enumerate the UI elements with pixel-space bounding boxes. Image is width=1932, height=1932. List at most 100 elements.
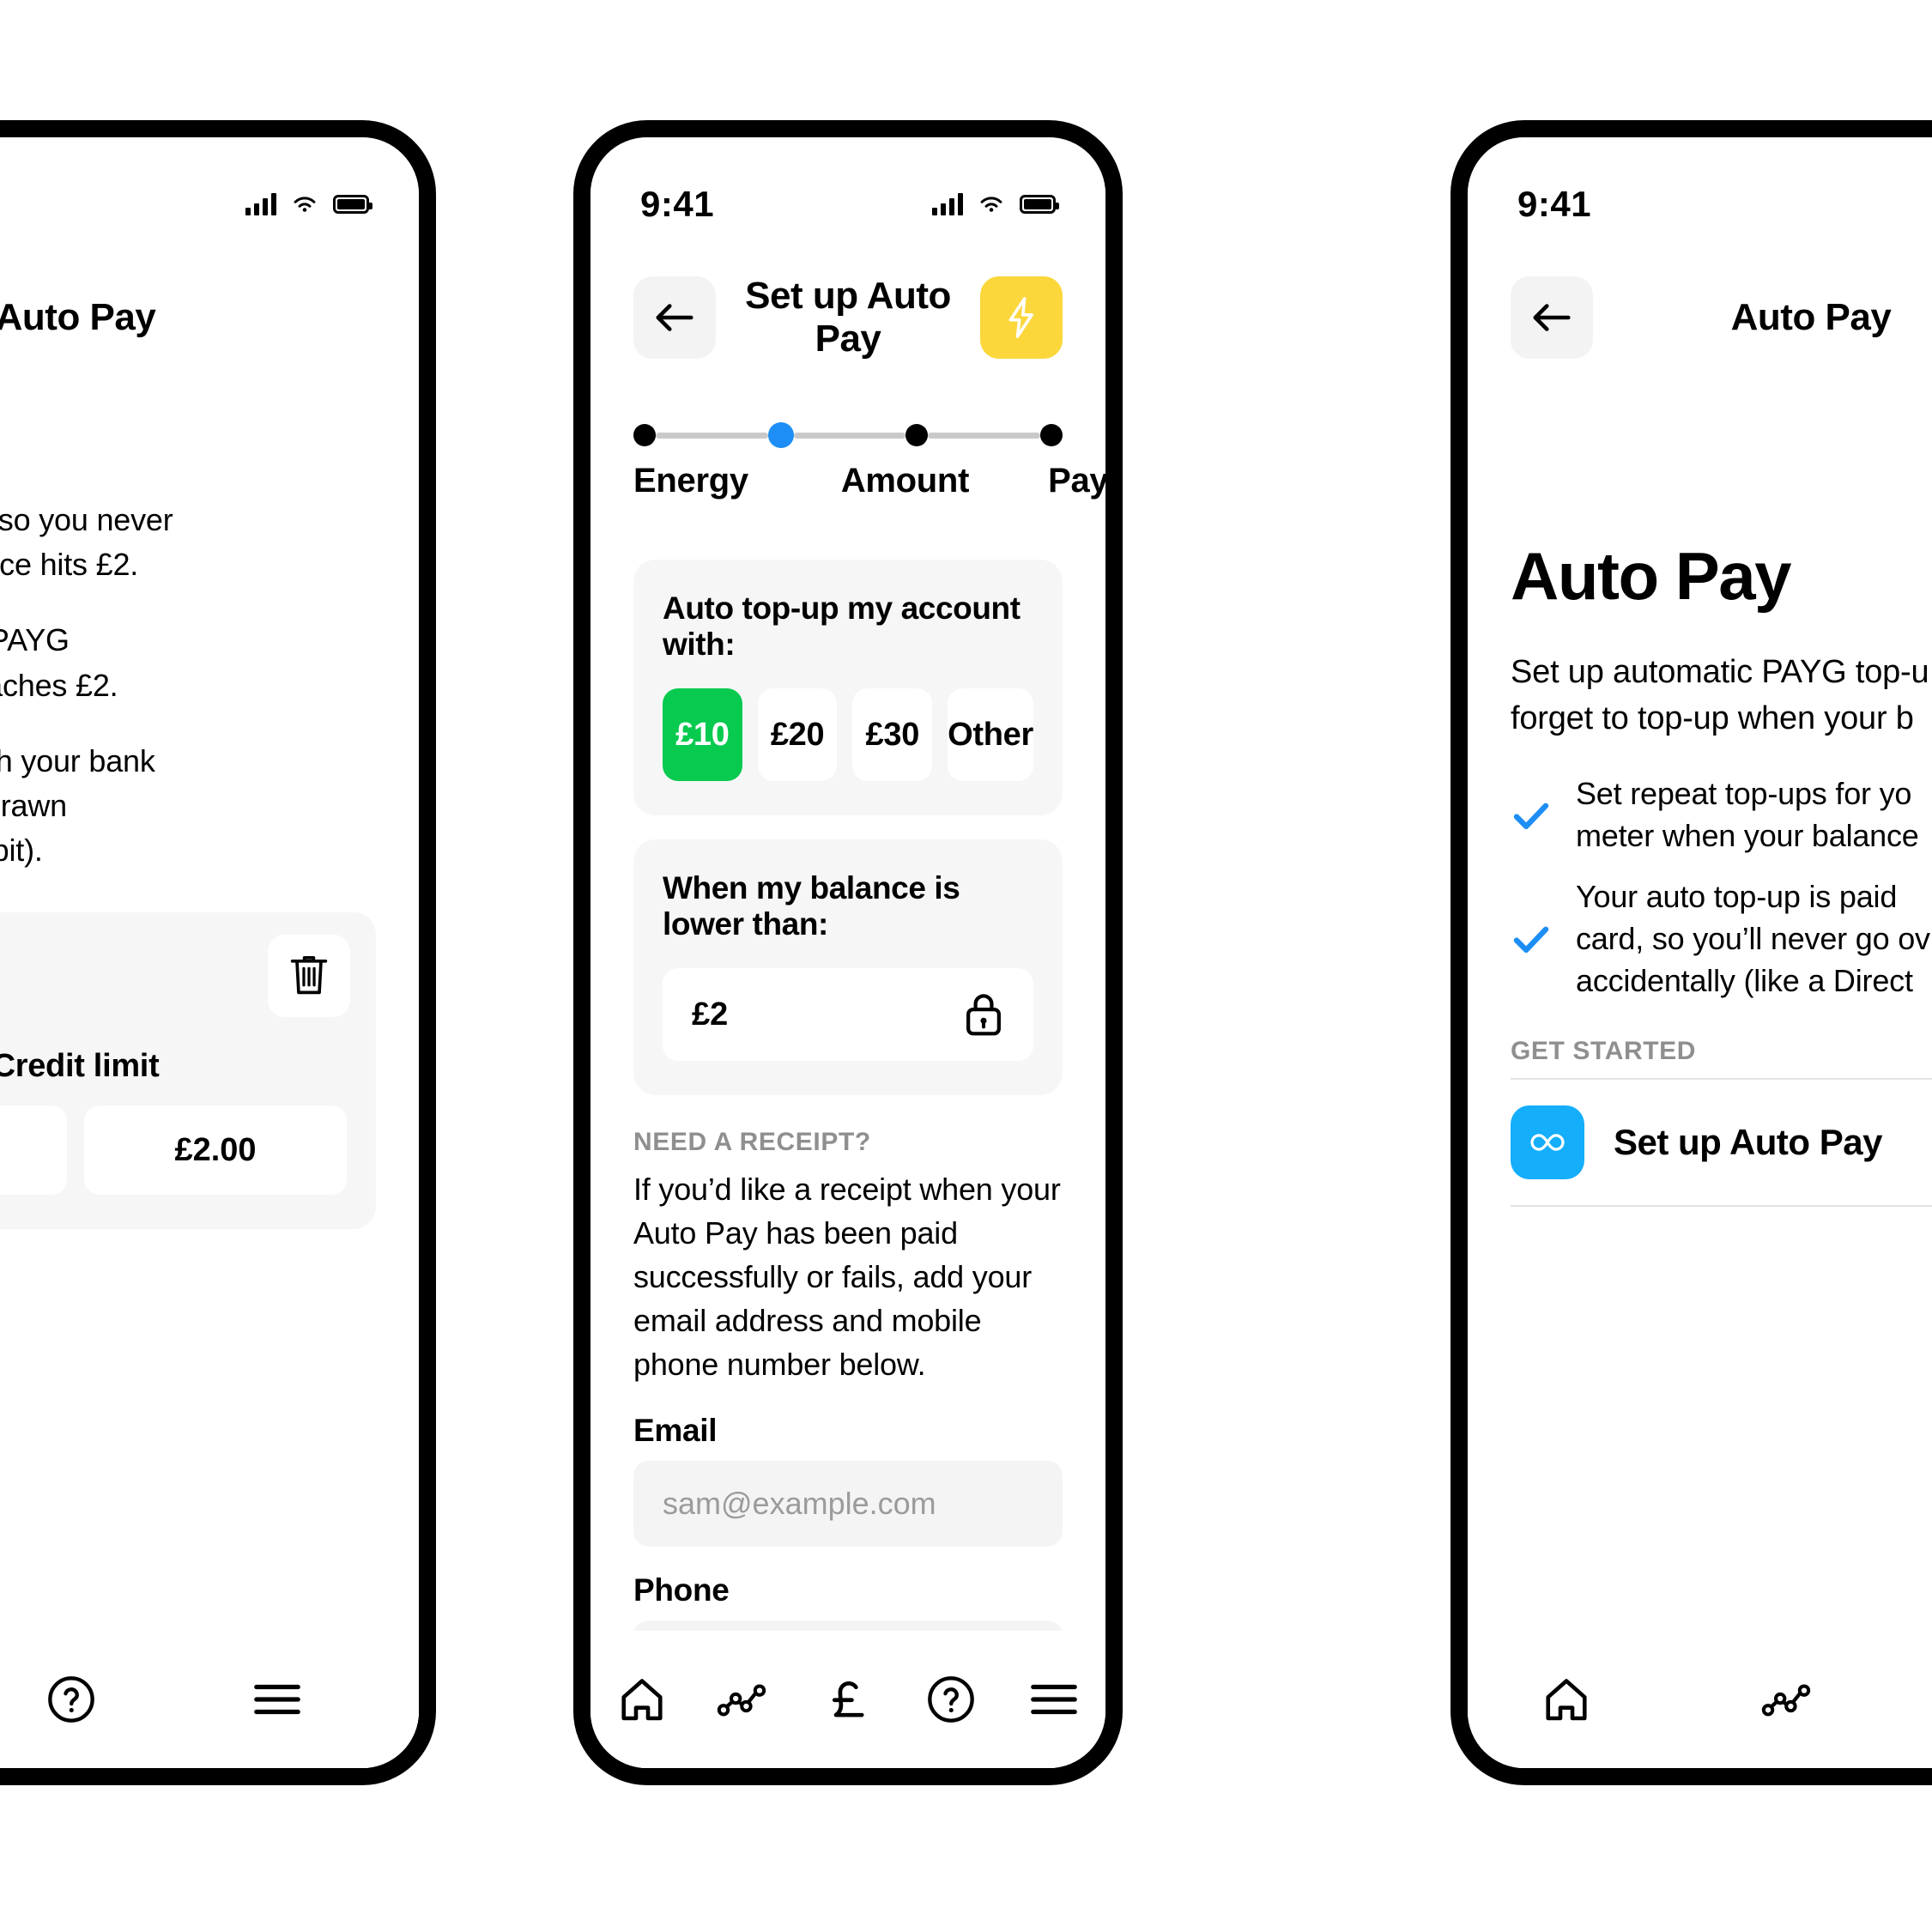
back-button[interactable]	[1511, 276, 1593, 359]
auto-topup-amount-card: Auto top-up my account with: £10 £20 £30…	[633, 560, 1063, 815]
battery-icon	[1020, 195, 1059, 214]
amount-options: £10 £20 £30 Other	[663, 688, 1033, 781]
step-label-pay: Pay	[1048, 462, 1109, 500]
step-dot-done[interactable]	[1040, 424, 1063, 446]
amount-option-20[interactable]: £20	[757, 688, 838, 781]
middle-content: Auto top-up my account with: £10 £20 £30…	[591, 560, 1105, 1706]
balance-threshold-field[interactable]: £2	[663, 968, 1033, 1061]
tab-usage[interactable]	[706, 1661, 784, 1738]
trash-icon	[290, 956, 328, 995]
left-paragraph-3: op-up is paid with your bank ll never go…	[0, 742, 155, 869]
set-up-auto-pay-label: Set up Auto Pay	[1614, 1121, 1882, 1162]
step-dot-energy[interactable]	[633, 424, 656, 446]
signal-bars-icon	[932, 193, 963, 215]
stepper-track	[633, 421, 1063, 450]
tab-usage[interactable]	[1751, 1661, 1828, 1738]
auto-pay-heading: Auto Pay	[1511, 538, 1792, 614]
screen-right: 9:41 Auto Pay Auto Pay Set up automatic …	[1468, 137, 1932, 1768]
page-title-middle: Set up Auto Pay	[745, 275, 951, 360]
help-circle-icon	[48, 1676, 94, 1723]
credit-limit-field-partial[interactable]	[0, 1105, 67, 1196]
stepper-labels: Energy Amount Pay Done	[633, 462, 1105, 500]
page-title-left: Auto Pay	[0, 296, 156, 338]
tab-help[interactable]	[33, 1661, 110, 1738]
lightning-bolt-icon	[1008, 297, 1033, 338]
status-bar-right: 9:41	[1468, 137, 1932, 240]
phone-right: 9:41 Auto Pay Auto Pay Set up automatic …	[1451, 120, 1932, 1785]
lock-icon	[966, 994, 1001, 1036]
tab-home[interactable]	[603, 1661, 681, 1738]
wifi-icon	[294, 197, 316, 212]
credit-limit-fields: £2.00	[0, 1105, 350, 1196]
home-icon	[1546, 1679, 1587, 1721]
step-dot-amount[interactable]	[767, 422, 794, 448]
right-content: Auto Pay Set up automatic PAYG top-u for…	[1468, 532, 1932, 1207]
menu-icon	[1031, 1684, 1077, 1715]
boost-button[interactable]	[980, 276, 1063, 359]
amount-option-10[interactable]: £10	[663, 688, 742, 781]
receipt-description: If you’d like a receipt when your Auto P…	[633, 1172, 1061, 1383]
check-icon	[1513, 802, 1549, 829]
tab-home[interactable]	[1528, 1661, 1605, 1738]
auto-pay-intro: Set up automatic PAYG top-u forget to to…	[1511, 654, 1929, 736]
tab-help[interactable]	[912, 1661, 990, 1738]
credit-limit-label: Credit limit	[0, 1048, 160, 1085]
tab-balance[interactable]	[809, 1661, 887, 1738]
credit-limit-value[interactable]: £2.00	[84, 1105, 347, 1196]
receipt-section-label: NEED A RECEIPT?	[633, 1128, 871, 1156]
step-dot-pay[interactable]	[905, 424, 929, 446]
benefit-text: Your auto top-up is paid card, so you’ll…	[1576, 878, 1930, 998]
wifi-icon	[980, 197, 1002, 212]
progress-stepper: Energy Amount Pay Done	[591, 421, 1105, 500]
status-time: 9:41	[640, 184, 715, 224]
back-button[interactable]	[633, 276, 716, 359]
receipt-section: NEED A RECEIPT? If you’d like a receipt …	[633, 1128, 1063, 1706]
phone-middle: 9:41 Set up Auto Pay Energy Amount Pay A…	[573, 120, 1123, 1785]
status-time: 9:41	[1517, 184, 1592, 224]
benefit-text: Set repeat top-ups for yo meter when you…	[1576, 775, 1919, 853]
page-title-right: Auto Pay	[1730, 296, 1892, 338]
tab-menu[interactable]	[239, 1661, 316, 1738]
list-item: Set repeat top-ups for yo meter when you…	[1511, 773, 1932, 857]
infinity-icon-tile	[1511, 1105, 1584, 1179]
nav-bar-middle: Set up Auto Pay	[591, 266, 1105, 369]
nav-bar-left: Auto Pay	[0, 266, 419, 369]
tab-bar-left	[0, 1631, 419, 1768]
get-started-label: GET STARTED	[1511, 1036, 1697, 1065]
tab-bar-right	[1468, 1631, 1932, 1768]
help-circle-icon	[928, 1676, 974, 1723]
back-arrow-icon	[656, 304, 693, 331]
usage-graph-icon	[717, 1684, 766, 1717]
amount-option-other[interactable]: Other	[948, 688, 1033, 781]
auto-topup-title: Auto top-up my account with:	[663, 591, 1021, 662]
check-icon	[1513, 926, 1549, 954]
step-label-amount: Amount	[840, 462, 970, 500]
benefit-list: Set repeat top-ups for yo meter when you…	[1511, 773, 1932, 1002]
screen-middle: 9:41 Set up Auto Pay Energy Amount Pay A…	[591, 137, 1105, 1768]
tab-bar-middle	[591, 1631, 1105, 1768]
amount-option-30[interactable]: £30	[852, 688, 933, 781]
battery-icon	[333, 195, 372, 214]
step-line-2	[793, 432, 906, 439]
step-line-1	[656, 432, 768, 439]
step-label-done: Done	[1108, 462, 1123, 500]
delete-button[interactable]	[268, 935, 350, 1018]
step-line-3	[928, 432, 1041, 439]
balance-threshold-value: £2	[692, 996, 729, 1033]
tab-menu[interactable]	[1015, 1661, 1093, 1738]
status-bar-middle: 9:41	[591, 137, 1105, 240]
left-paragraph-2: op-ups for your PAYG your balance reache…	[0, 622, 118, 703]
phone-label: Phone	[633, 1572, 730, 1608]
email-input[interactable]: sam@example.com	[633, 1460, 1063, 1547]
screen-left: Auto Pay c PAYG top-ups so you never whe…	[0, 137, 419, 1768]
infinity-icon	[1530, 1133, 1565, 1151]
menu-icon	[254, 1684, 300, 1715]
left-content: c PAYG top-ups so you never when your ba…	[0, 498, 419, 1230]
back-arrow-icon	[1533, 304, 1571, 331]
usage-graph-icon	[1761, 1684, 1811, 1717]
set-up-auto-pay-row[interactable]: Set up Auto Pay	[1511, 1077, 1932, 1207]
balance-threshold-title: When my balance is lower than:	[663, 870, 960, 942]
phone-left: Auto Pay c PAYG top-ups so you never whe…	[0, 120, 436, 1785]
